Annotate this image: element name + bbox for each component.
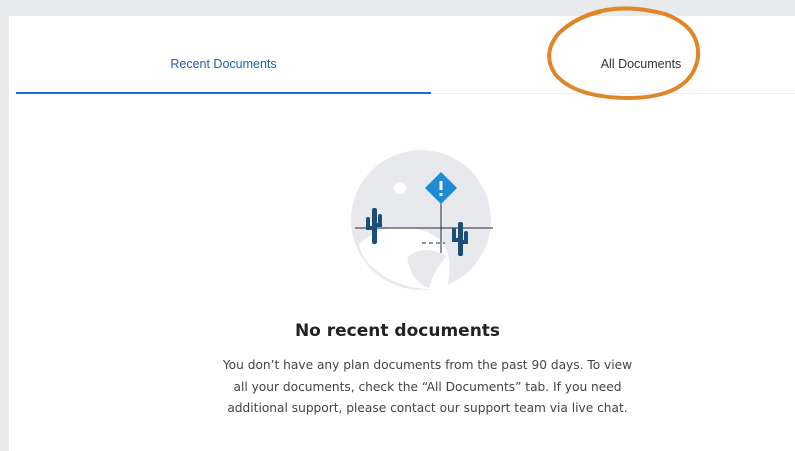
desert-cactus-warning-icon: [351, 150, 493, 290]
tab-all-documents[interactable]: All Documents: [431, 35, 795, 94]
tab-recent-label: Recent Documents: [170, 56, 277, 71]
empty-state-title: No recent documents: [294, 321, 501, 341]
tab-all-label: All Documents: [600, 57, 682, 71]
tab-recent-documents[interactable]: Recent Documents: [16, 35, 431, 94]
empty-state-message: You don’t have any plan documents from t…: [222, 358, 633, 415]
document-tabs: Recent Documents All Documents: [16, 35, 795, 96]
